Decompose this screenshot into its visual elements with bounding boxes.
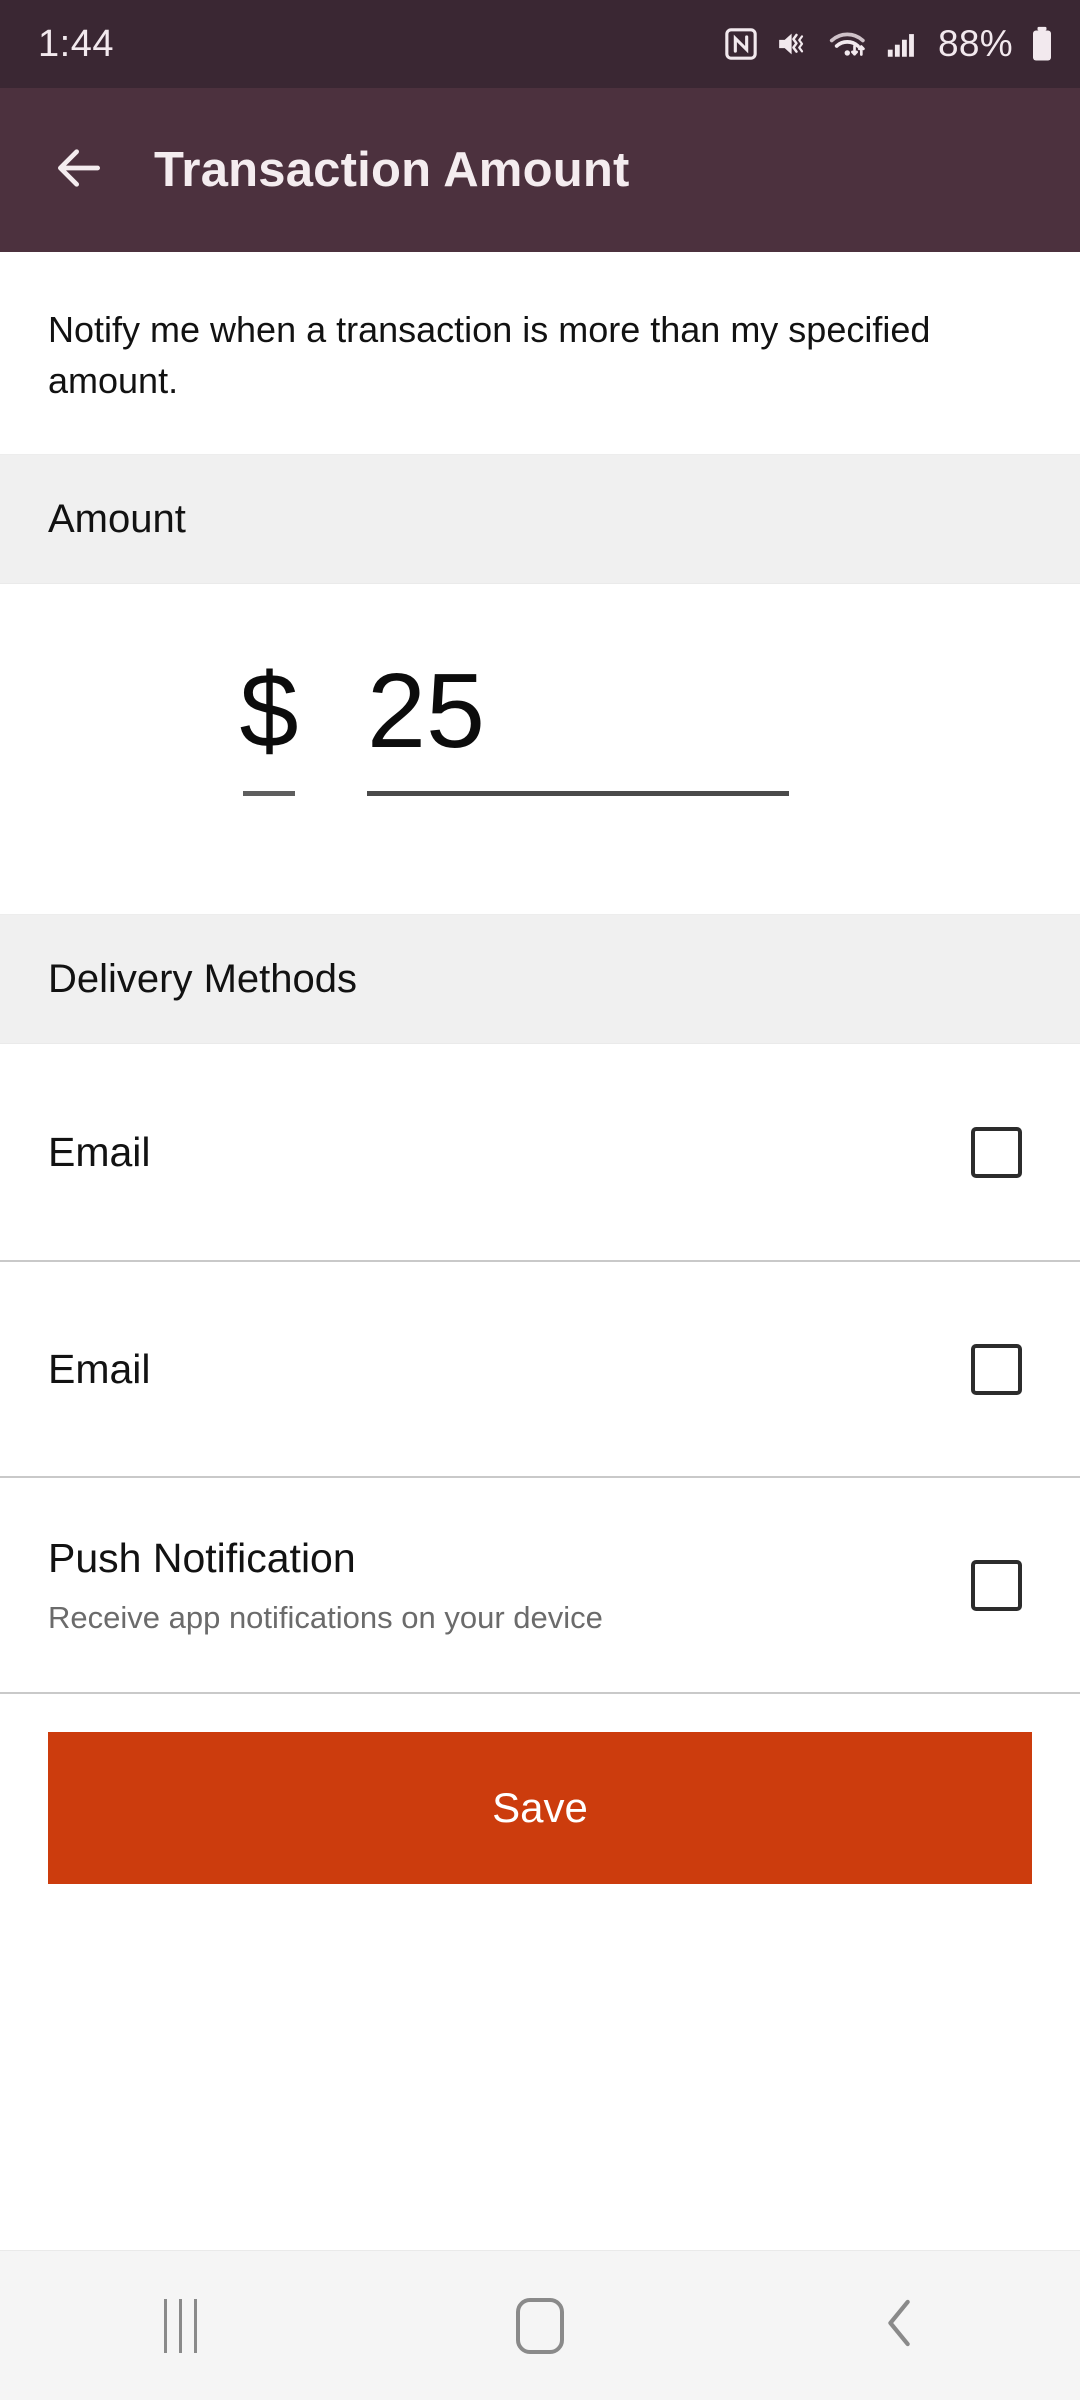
list-item[interactable]: Email <box>0 1260 1080 1477</box>
home-icon <box>516 2297 564 2354</box>
recents-button[interactable] <box>95 2251 265 2400</box>
amount-input[interactable]: 25 <box>367 652 789 797</box>
page-title: Transaction Amount <box>154 143 630 197</box>
system-back-button[interactable] <box>815 2251 985 2400</box>
delivery-method-title: Push Notification <box>48 1535 356 1582</box>
amount-entry-area: $ 25 <box>0 584 1080 915</box>
system-navigation-bar <box>0 2250 1080 2400</box>
delivery-method-checkbox[interactable] <box>971 1343 1022 1395</box>
delivery-method-texts: Push Notification Receive app notificati… <box>48 1534 603 1636</box>
app-bar: Transaction Amount <box>0 88 1080 252</box>
delivery-method-checkbox[interactable] <box>971 1126 1022 1178</box>
recents-icon <box>163 2298 197 2353</box>
section-header-delivery-methods: Delivery Methods <box>0 914 1080 1045</box>
currency-underline <box>243 791 295 797</box>
currency-symbol-field[interactable]: $ <box>235 652 303 797</box>
save-area: Save <box>0 1694 1080 1885</box>
section-header-amount-label: Amount <box>48 496 186 541</box>
delivery-method-texts: Email <box>48 1345 151 1394</box>
wifi-icon <box>828 27 868 61</box>
home-button[interactable] <box>455 2251 625 2400</box>
delivery-method-title: Email <box>48 1345 151 1392</box>
intro-description: Notify me when a transaction is more tha… <box>48 309 931 402</box>
intro-section: Notify me when a transaction is more tha… <box>0 252 1080 455</box>
list-item[interactable]: Push Notification Receive app notificati… <box>0 1476 1080 1693</box>
delivery-method-subtitle: Receive app notifications on your device <box>48 1600 603 1636</box>
back-button[interactable] <box>48 139 110 201</box>
phone-screen: 1:44 88% Transaction Amount Notify me wh… <box>0 0 1080 2400</box>
back-chevron-icon <box>877 2294 923 2357</box>
cellular-signal-icon <box>885 27 919 61</box>
back-arrow-icon <box>51 140 107 201</box>
status-bar: 1:44 88% <box>0 0 1080 88</box>
sound-mute-vibrate-icon <box>775 27 811 61</box>
status-bar-clock: 1:44 <box>38 22 114 65</box>
amount-input-row: $ 25 <box>0 652 789 797</box>
battery-icon <box>1030 26 1054 62</box>
delivery-methods-list: Email Email Push Notification Receive ap… <box>0 1044 1080 1695</box>
amount-value: 25 <box>367 652 485 771</box>
delivery-method-texts: Email <box>48 1128 151 1177</box>
section-header-amount: Amount <box>0 454 1080 585</box>
status-bar-icons: 88% <box>724 23 1054 65</box>
list-item[interactable]: Email <box>0 1044 1080 1261</box>
amount-underline <box>367 791 789 797</box>
delivery-method-title: Email <box>48 1128 151 1175</box>
content-spacer <box>0 1884 1080 2250</box>
currency-symbol: $ <box>239 652 299 771</box>
section-header-delivery-methods-label: Delivery Methods <box>48 956 358 1001</box>
delivery-method-checkbox[interactable] <box>971 1559 1022 1611</box>
battery-percentage-label: 88% <box>938 23 1013 64</box>
save-button[interactable]: Save <box>48 1732 1032 1885</box>
nfc-icon <box>724 27 758 61</box>
